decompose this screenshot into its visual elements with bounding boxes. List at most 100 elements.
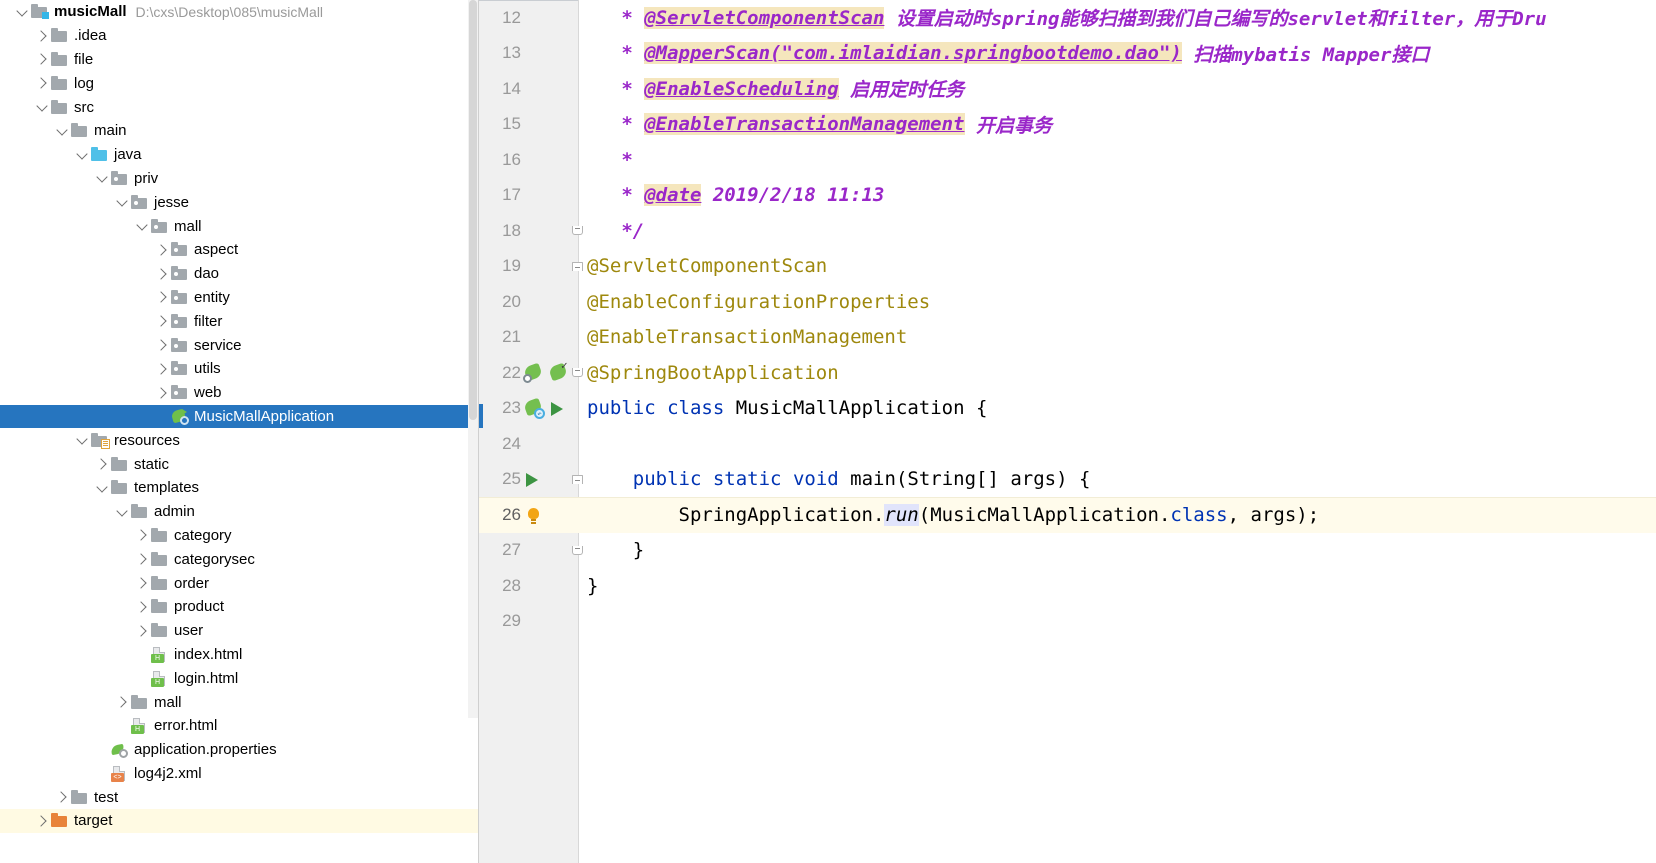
tree-item-order[interactable]: order (0, 571, 478, 595)
tree-item-utils[interactable]: utils (0, 357, 478, 381)
code-fold-icon[interactable] (571, 474, 583, 484)
fold-gutter[interactable] (567, 568, 587, 604)
fold-gutter[interactable] (567, 249, 587, 285)
code-fold-icon[interactable] (571, 368, 583, 378)
tree-item-src[interactable]: src (0, 95, 478, 119)
tree-item-test[interactable]: test (0, 785, 478, 809)
fold-gutter[interactable] (567, 142, 587, 178)
chevron-right-icon[interactable] (134, 527, 150, 543)
chevron-right-icon[interactable] (114, 694, 130, 710)
chevron-down-icon[interactable] (94, 170, 110, 186)
tree-item-target[interactable]: target (0, 809, 478, 833)
code-line[interactable]: 15 * @EnableTransactionManagement 开启事务 (479, 107, 1656, 143)
fold-gutter[interactable] (567, 178, 587, 214)
code-line[interactable]: 21 @EnableTransactionManagement (479, 320, 1656, 356)
tree-item-entity[interactable]: entity (0, 286, 478, 310)
tree-item-static[interactable]: static (0, 452, 478, 476)
code-fold-icon[interactable] (571, 226, 583, 236)
fold-gutter[interactable] (567, 320, 587, 356)
chevron-right-icon[interactable] (134, 623, 150, 639)
tree-item-login-html[interactable]: Hlogin.html (0, 666, 478, 690)
fold-gutter[interactable] (567, 36, 587, 72)
fold-gutter[interactable] (567, 71, 587, 107)
tree-item-filter[interactable]: filter (0, 309, 478, 333)
tree-item-service[interactable]: service (0, 333, 478, 357)
fold-gutter[interactable] (567, 0, 587, 36)
code-line[interactable]: 28} (479, 568, 1656, 604)
code-content[interactable]: 12 * @ServletComponentScan 设置启动时spring能够… (479, 0, 1656, 639)
chevron-right-icon[interactable] (154, 313, 170, 329)
tree-item-priv[interactable]: priv (0, 167, 478, 191)
fold-gutter[interactable] (567, 107, 587, 143)
tree-item-jesse[interactable]: jesse (0, 190, 478, 214)
tree-item-web[interactable]: web (0, 381, 478, 405)
project-tree-panel[interactable]: musicMall D:\cxs\Desktop\085\musicMall .id… (0, 0, 478, 863)
code-line[interactable]: 18 */ (479, 213, 1656, 249)
chevron-right-icon[interactable] (154, 385, 170, 401)
fold-gutter[interactable] (567, 604, 587, 640)
code-line[interactable]: 17 * @date 2019/2/18 11:13 (479, 178, 1656, 214)
tree-item-error-html[interactable]: Herror.html (0, 714, 478, 738)
chevron-down-icon[interactable] (74, 147, 90, 163)
code-editor[interactable]: 12 * @ServletComponentScan 设置启动时spring能够… (478, 0, 1656, 863)
code-line[interactable]: 29 (479, 604, 1656, 640)
fold-gutter[interactable] (567, 462, 587, 498)
fold-gutter[interactable] (567, 533, 587, 569)
code-line[interactable]: 24 (479, 426, 1656, 462)
tree-item-mall[interactable]: mall (0, 214, 478, 238)
fold-gutter[interactable] (567, 284, 587, 320)
code-line[interactable]: 20 @EnableConfigurationProperties (479, 284, 1656, 320)
chevron-down-icon[interactable] (14, 4, 30, 20)
fold-gutter[interactable] (567, 355, 587, 391)
chevron-down-icon[interactable] (114, 504, 130, 520)
intention-bulb-icon[interactable] (523, 504, 545, 526)
fold-gutter[interactable] (567, 426, 587, 462)
tree-item-templates[interactable]: templates (0, 476, 478, 500)
tree-item-categorysec[interactable]: categorysec (0, 547, 478, 571)
tree-item-product[interactable]: product (0, 595, 478, 619)
code-line[interactable]: 27 } (479, 533, 1656, 569)
code-line[interactable]: 26 SpringApplication. run (MusicMallApplic… (479, 497, 1656, 533)
tree-item--idea[interactable]: .idea (0, 24, 478, 48)
chevron-down-icon[interactable] (94, 480, 110, 496)
chevron-right-icon[interactable] (134, 575, 150, 591)
tree-item-log4j2-xml[interactable]: <> log4j2.xml (0, 762, 478, 786)
chevron-right-icon[interactable] (34, 813, 50, 829)
chevron-right-icon[interactable] (34, 75, 50, 91)
code-line[interactable]: 19 @ServletComponentScan (479, 249, 1656, 285)
code-line[interactable]: 25 public static void main (String[] args… (479, 462, 1656, 498)
spring-bean-search-icon[interactable] (523, 362, 545, 384)
chevron-down-icon[interactable] (74, 432, 90, 448)
chevron-right-icon[interactable] (34, 28, 50, 44)
code-line[interactable]: 13 * @MapperScan("com.imlaidian.springbo… (479, 36, 1656, 72)
code-line[interactable]: 12 * @ServletComponentScan 设置启动时spring能够… (479, 0, 1656, 36)
tree-item-dao[interactable]: dao (0, 262, 478, 286)
tree-item-admin[interactable]: admin (0, 500, 478, 524)
run-button-icon[interactable] (523, 468, 545, 490)
tree-item-user[interactable]: user (0, 619, 478, 643)
fold-gutter[interactable] (567, 391, 587, 427)
chevron-right-icon[interactable] (94, 456, 110, 472)
tree-item-aspect[interactable]: aspect (0, 238, 478, 262)
spring-bean-navigate-icon[interactable]: ↶ (523, 397, 545, 420)
chevron-down-icon[interactable] (114, 194, 130, 210)
tree-item-java[interactable]: java (0, 143, 478, 167)
tree-item-musicmall[interactable]: musicMall D:\cxs\Desktop\085\musicMall (0, 0, 478, 24)
tree-item-main[interactable]: main (0, 119, 478, 143)
scrollbar-thumb[interactable] (469, 0, 477, 420)
chevron-right-icon[interactable] (154, 361, 170, 377)
chevron-right-icon[interactable] (154, 337, 170, 353)
fold-gutter[interactable] (567, 497, 587, 533)
chevron-right-icon[interactable] (134, 599, 150, 615)
code-fold-icon[interactable] (571, 545, 583, 555)
tree-item-index-html[interactable]: Hindex.html (0, 643, 478, 667)
project-tree-scrollbar[interactable] (468, 0, 478, 718)
chevron-right-icon[interactable] (154, 242, 170, 258)
chevron-right-icon[interactable] (154, 289, 170, 305)
chevron-right-icon[interactable] (34, 51, 50, 67)
tree-item-category[interactable]: category (0, 524, 478, 548)
code-fold-icon[interactable] (571, 261, 583, 271)
tree-item-file[interactable]: file (0, 48, 478, 72)
chevron-right-icon[interactable] (54, 789, 70, 805)
fold-gutter[interactable] (567, 213, 587, 249)
